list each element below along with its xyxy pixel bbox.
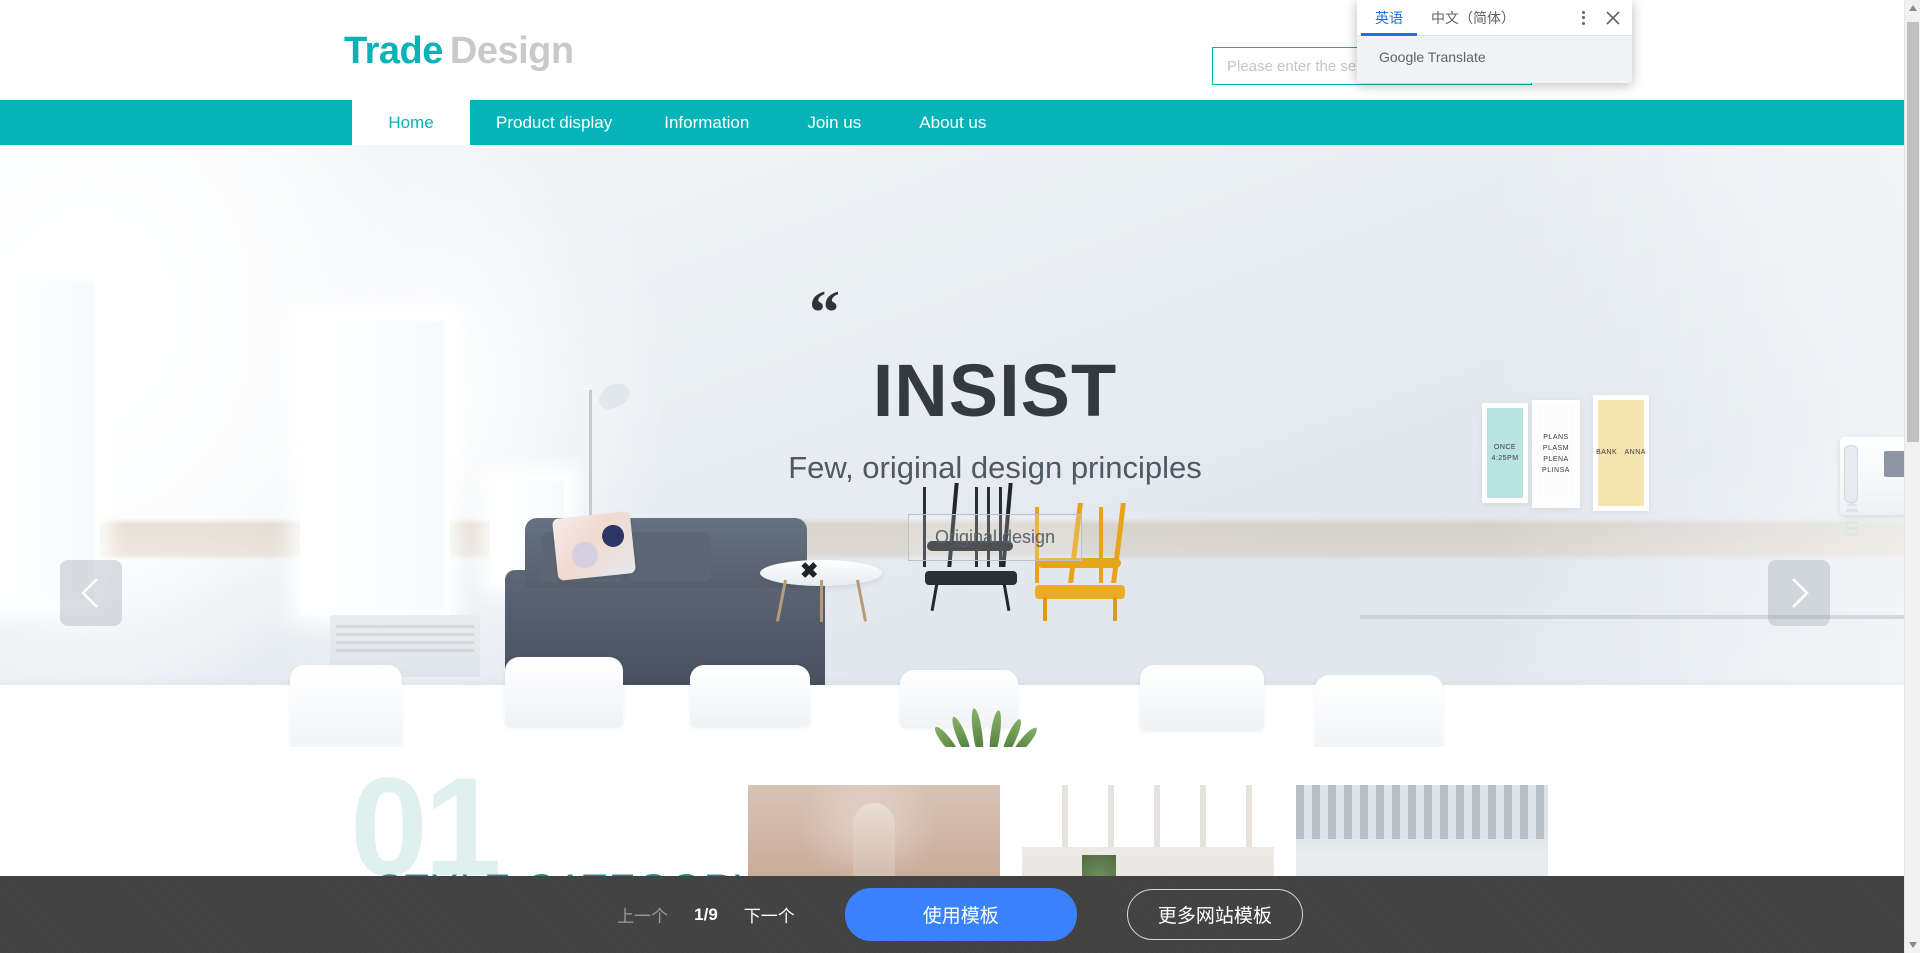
template-preview-toolbar: 上一个 1/9 下一个 使用模板 更多网站模板 <box>0 876 1920 953</box>
coffee-table-legs <box>776 579 867 622</box>
scrollbar-thumb[interactable] <box>1907 22 1919 442</box>
sofa-cushion <box>629 532 711 582</box>
browser-page: TradeDesign Home Product display Informa… <box>0 0 1920 953</box>
hero-subtitle: Few, original design principles <box>788 450 1202 486</box>
google-translate-popup: 英语 中文（简体） Google Translate <box>1357 0 1632 83</box>
caret-down-glyph <box>1909 942 1917 948</box>
chevron-right-icon <box>1792 578 1809 608</box>
use-template-button[interactable]: 使用模板 <box>844 888 1077 941</box>
translate-tabs: 英语 中文（简体） <box>1357 0 1632 36</box>
translate-footer-label: Google Translate <box>1357 36 1632 83</box>
hero-banner: ✖ ONCE 4:25PM PLANS PLASM PLENA PLINSA B… <box>0 145 1904 747</box>
more-vertical-icon[interactable] <box>1568 0 1598 36</box>
wall-intercom <box>1840 437 1904 537</box>
hero-cta-button[interactable]: Original design <box>907 514 1083 562</box>
website-viewport: TradeDesign Home Product display Informa… <box>0 0 1904 953</box>
wall-poster-teal: ONCE 4:25PM <box>1482 403 1528 503</box>
wall-poster-white: PLANS PLASM PLENA PLINSA <box>1532 400 1580 508</box>
white-chair <box>505 657 623 727</box>
scroll-down-arrow-icon[interactable] <box>1905 937 1920 953</box>
window-mid <box>300 315 450 615</box>
nav-item-about-us[interactable]: About us <box>893 100 1012 145</box>
logo-primary-text: Trade <box>344 30 443 72</box>
throw-pillow <box>551 511 637 581</box>
close-icon[interactable] <box>1598 0 1628 36</box>
white-chair <box>1140 665 1264 731</box>
caret-up-glyph <box>1909 5 1917 11</box>
hero-prev-button[interactable] <box>60 560 122 626</box>
nav-left-spacer <box>0 100 352 145</box>
hero-quote-mark: “ <box>809 279 840 347</box>
hero-text-block: “ INSIST Few, original design principles… <box>760 279 1230 562</box>
nav-item-product-display[interactable]: Product display <box>470 100 638 145</box>
translate-tab-chinese[interactable]: 中文（简体） <box>1417 0 1529 36</box>
x-decor-object: ✖ <box>800 558 819 583</box>
succulent-plant <box>932 700 1040 747</box>
floor-lamp-head <box>594 378 634 414</box>
nav-item-information[interactable]: Information <box>638 100 775 145</box>
scroll-up-arrow-icon[interactable] <box>1905 0 1920 16</box>
next-template-button[interactable]: 下一个 <box>744 902 795 927</box>
white-chair <box>290 665 402 747</box>
hero-title: INSIST <box>872 349 1118 433</box>
hero-next-button[interactable] <box>1768 560 1830 626</box>
template-counter: 1/9 <box>694 904 718 924</box>
window-left <box>0 275 100 605</box>
main-navigation: Home Product display Information Join us… <box>0 100 1904 145</box>
more-templates-button[interactable]: 更多网站模板 <box>1126 889 1303 940</box>
translate-tab-english[interactable]: 英语 <box>1361 0 1417 36</box>
nav-item-join-us[interactable]: Join us <box>775 100 893 145</box>
white-chair <box>1315 675 1443 747</box>
close-glyph <box>1606 10 1620 25</box>
wall-poster-yellow: BANK ANNA <box>1593 395 1649 511</box>
nav-item-home[interactable]: Home <box>352 100 470 145</box>
white-chair <box>690 665 810 727</box>
logo-secondary-text: Design <box>449 30 574 72</box>
prev-template-button[interactable]: 上一个 <box>617 902 668 927</box>
chevron-left-icon <box>81 578 98 608</box>
site-logo[interactable]: Trade Design <box>344 30 574 73</box>
page-scrollbar[interactable] <box>1904 0 1920 953</box>
